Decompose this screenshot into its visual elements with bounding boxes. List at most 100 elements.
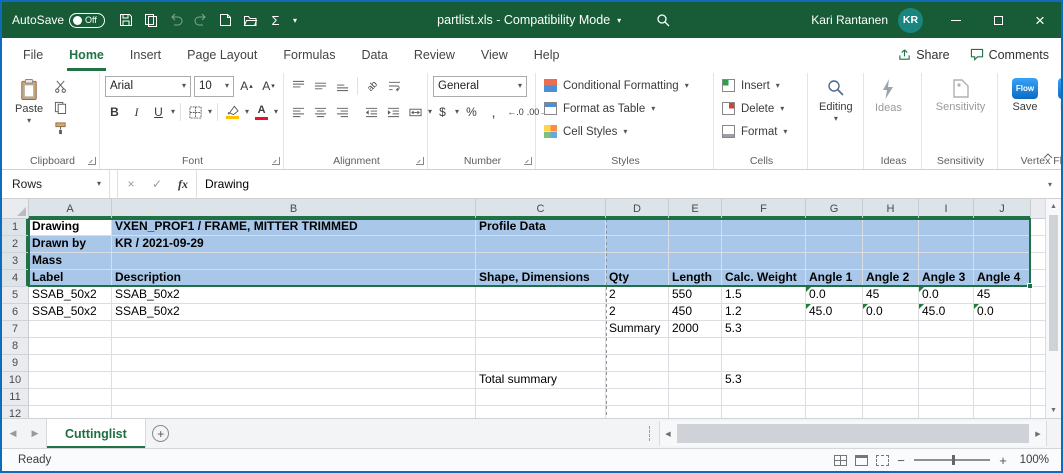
increase-decimal-button[interactable]: ←.0 [506,103,525,122]
confirm-entry-icon[interactable]: ✓ [144,170,170,198]
cell-G5[interactable]: 0.0 [806,287,863,304]
italic-button[interactable]: I [127,103,146,122]
formula-bar-grip[interactable] [110,170,118,198]
cell-D6[interactable]: 2 [606,304,669,321]
row-header-6[interactable]: 6 [2,304,29,321]
cell-E5[interactable]: 550 [669,287,722,304]
cell-C8[interactable] [476,338,606,355]
align-middle-button[interactable] [311,77,330,96]
cell-A7[interactable] [29,321,112,338]
cell-E7[interactable]: 2000 [669,321,722,338]
open-button[interactable] [238,5,263,35]
name-box[interactable]: Rows▾ [2,170,110,198]
font-color-dropdown-icon[interactable]: ▾ [274,108,278,116]
formula-input[interactable]: Drawing [196,170,1039,198]
cell-D5[interactable]: 2 [606,287,669,304]
redo-button[interactable] [188,5,213,35]
align-right-button[interactable] [333,103,352,122]
font-name-select[interactable]: Arial▾ [105,76,191,97]
copy-button[interactable] [51,98,70,117]
customize-toolbar-icon[interactable]: ▾ [288,5,302,35]
row-header-1[interactable]: 1 [2,219,29,236]
cell-I1[interactable] [919,219,974,236]
cell-E6[interactable]: 450 [669,304,722,321]
ideas-button[interactable]: Ideas [869,75,908,114]
cell-A2[interactable]: Drawn by [29,236,112,253]
comments-button[interactable]: Comments [970,48,1049,62]
cell-E9[interactable] [669,355,722,372]
increase-font-button[interactable]: A▴ [237,77,256,96]
minimize-button[interactable] [935,2,977,38]
scroll-down-icon[interactable]: ▼ [1046,403,1061,418]
cell-C4[interactable]: Shape, Dimensions [476,270,606,287]
sheet-nav-left-icon[interactable]: ◀ [2,419,24,448]
editing-button[interactable]: Editing ▾ [813,75,859,123]
fill-color-dropdown-icon[interactable]: ▾ [245,108,249,116]
column-header-D[interactable]: D [606,199,669,219]
cell-A4[interactable]: Label [29,270,112,287]
cell-F11[interactable] [722,389,806,406]
restore-button[interactable] [977,2,1019,38]
vertical-scrollbar[interactable]: ▲ ▼ [1045,199,1061,418]
cell-D1[interactable] [606,219,669,236]
tab-splitter-grip[interactable] [649,426,656,441]
view-page-layout-button[interactable] [855,455,868,466]
column-header-F[interactable]: F [722,199,806,219]
increase-indent-button[interactable] [384,103,403,122]
comma-style-button[interactable]: , [484,103,503,122]
cell-D10[interactable] [606,372,669,389]
cell-C3[interactable] [476,253,606,270]
autosum-button[interactable]: Σ [263,5,288,35]
cell-E10[interactable] [669,372,722,389]
cell-J6[interactable]: 0.0 [974,304,1031,321]
cell-C2[interactable] [476,236,606,253]
zoom-level[interactable]: 100% [1011,454,1049,466]
horizontal-scrollbar[interactable]: ◀ ▶ [659,421,1047,446]
cell-H3[interactable] [863,253,919,270]
cell-D9[interactable] [606,355,669,372]
sheet-nav-right-icon[interactable]: ▶ [24,419,46,448]
tab-insert[interactable]: Insert [117,38,174,71]
cell-F4[interactable]: Calc. Weight [722,270,806,287]
cancel-entry-icon[interactable]: × [118,170,144,198]
percent-style-button[interactable]: % [462,103,481,122]
cell-F9[interactable] [722,355,806,372]
paste-dropdown-icon[interactable]: ▾ [27,117,31,125]
cell-G10[interactable] [806,372,863,389]
column-header-A[interactable]: A [29,199,112,219]
zoom-in-button[interactable]: + [995,453,1011,468]
cell-J8[interactable] [974,338,1031,355]
conditional-formatting-button[interactable]: Conditional Formatting▾ [541,75,710,96]
flow-new-button[interactable]: Flow+ New [1052,75,1063,113]
add-sheet-button[interactable]: + [146,419,176,448]
merge-center-button[interactable] [406,103,425,122]
wrap-text-button[interactable] [385,77,404,96]
sheet-tab-cuttinglist[interactable]: Cuttinglist [46,419,146,448]
cell-styles-button[interactable]: Cell Styles▾ [541,121,710,142]
horizontal-scroll-thumb[interactable] [677,424,1029,443]
zoom-out-button[interactable]: − [893,453,909,468]
cell-B5[interactable]: SSAB_50x2 [112,287,476,304]
cell-F12[interactable] [722,406,806,418]
underline-dropdown-icon[interactable]: ▾ [171,108,175,116]
cell-F8[interactable] [722,338,806,355]
sensitivity-button[interactable]: Sensitivity [930,75,992,113]
cell-G8[interactable] [806,338,863,355]
column-header-J[interactable]: J [974,199,1031,219]
view-normal-button[interactable] [834,455,847,466]
row-header-7[interactable]: 7 [2,321,29,338]
cell-F7[interactable]: 5.3 [722,321,806,338]
cell-H4[interactable]: Angle 2 [863,270,919,287]
row-header-11[interactable]: 11 [2,389,29,406]
cell-E3[interactable] [669,253,722,270]
column-header-H[interactable]: H [863,199,919,219]
cell-B11[interactable] [112,389,476,406]
bold-button[interactable]: B [105,103,124,122]
cell-C10[interactable]: Total summary [476,372,606,389]
cell-J10[interactable] [974,372,1031,389]
cell-C12[interactable] [476,406,606,418]
column-header-E[interactable]: E [669,199,722,219]
cell-E2[interactable] [669,236,722,253]
cell-D7[interactable]: Summary [606,321,669,338]
cell-I4[interactable]: Angle 3 [919,270,974,287]
